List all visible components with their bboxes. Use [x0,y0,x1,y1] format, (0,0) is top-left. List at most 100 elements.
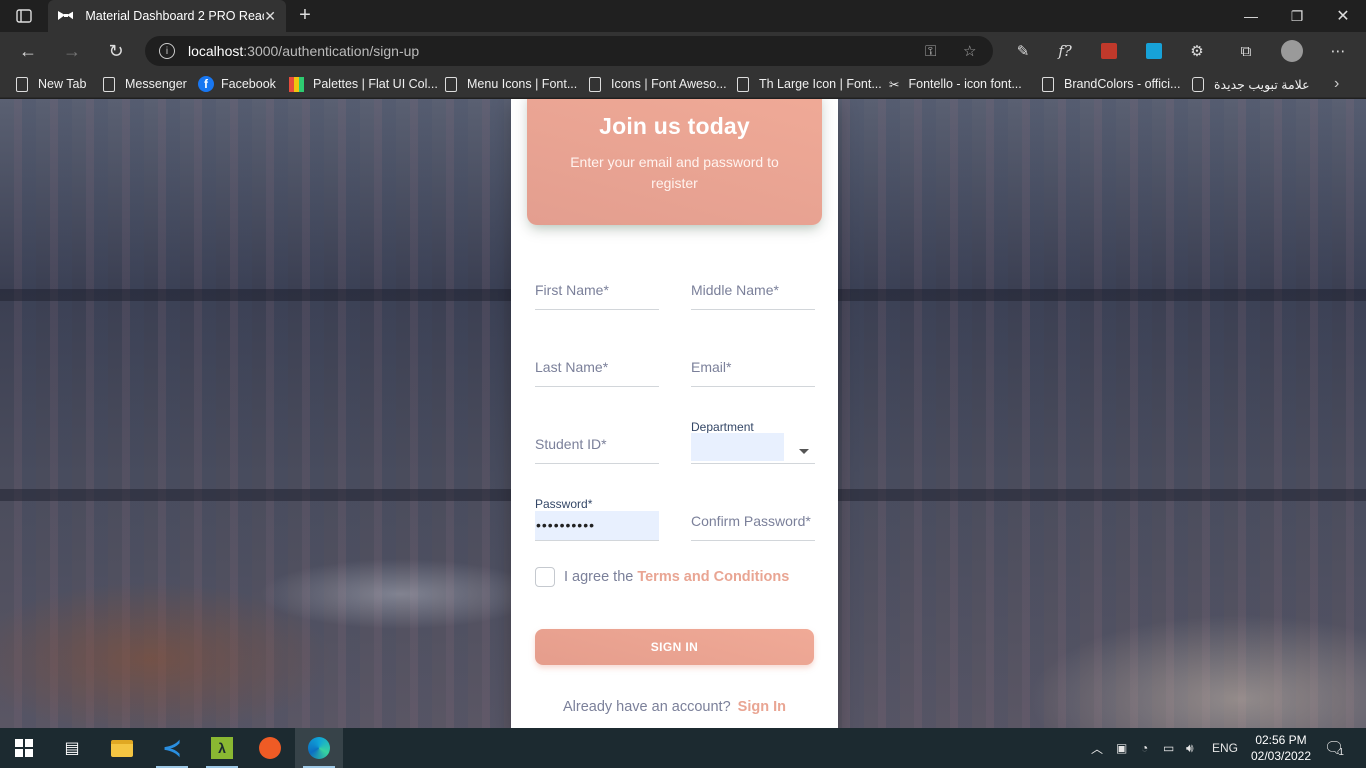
page-icon [103,76,115,92]
password-value: •••••••••• [535,511,659,540]
notification-icon[interactable]: 🗨︎ 1 [1324,728,1344,768]
confirm-password-label: Confirm Password* [691,513,811,529]
signup-card: Join us today Enter your email and passw… [511,99,838,728]
bookmark-item[interactable]: ✂ Fontello - icon font... [889,70,1022,98]
tab-title: Material Dashboard 2 PRO React [85,9,265,23]
bookmark-item[interactable]: Palettes | Flat UI Col... [289,70,438,98]
bookmark-item[interactable]: Icons | Font Aweso... [589,70,727,98]
bookmark-label: Th Large Icon | Font... [759,77,882,91]
page-background: Join us today Enter your email and passw… [0,99,1366,728]
bowtie-favicon-icon [58,11,74,20]
card-header: Join us today Enter your email and passw… [527,99,822,225]
page-icon [589,76,601,92]
password-label: Password* [535,497,593,511]
bookmark-item[interactable]: f Facebook [198,70,276,98]
page-icon [737,76,749,92]
agree-text: I agree the [564,569,634,585]
terms-link[interactable]: Terms and Conditions [637,569,789,585]
start-windows-icon[interactable] [0,728,48,768]
email-field[interactable]: Email* [691,357,815,387]
tab-actions-icon[interactable] [0,0,48,32]
terms-row: I agree the Terms and Conditions [535,567,789,587]
font-extension-icon[interactable]: f? [1050,38,1080,64]
show-hidden-icons-icon[interactable]: ︿ [1091,728,1103,768]
close-window-button[interactable]: ✕ [1320,0,1366,32]
first-name-field[interactable]: First Name* [535,280,659,310]
battery-icon[interactable]: ▭ [1163,728,1174,768]
last-name-field[interactable]: Last Name* [535,357,659,387]
bookmarks-overflow-icon[interactable]: › [1334,70,1339,98]
terms-checkbox[interactable] [535,567,555,587]
site-info-icon[interactable]: i [159,43,175,59]
bookmark-item[interactable]: Th Large Icon | Font... [737,70,882,98]
notification-count: 1 [1338,746,1344,758]
bookmark-label: Menu Icons | Font... [467,77,578,91]
palette-icon [289,76,304,92]
url-host: localhost [188,43,244,59]
bookmark-label: BrandColors - offici... [1064,77,1181,91]
page-icon [1042,76,1054,92]
red-extension-icon[interactable] [1094,38,1124,64]
minimize-button[interactable]: — [1228,0,1274,32]
facebook-icon: f [198,76,214,92]
password-field[interactable]: Password* •••••••••• [535,497,659,541]
bookmark-label: Facebook [221,77,276,91]
language-indicator[interactable]: ENG [1212,728,1238,768]
vscode-icon[interactable]: ≺ [148,728,196,768]
new-tab-page-icon [1192,76,1204,92]
edge-browser-icon[interactable] [295,728,343,768]
department-select[interactable]: Department [691,420,815,464]
key-icon[interactable]: ⚿ [925,36,936,66]
bookmark-item[interactable]: علامة تبويب جديدة [1192,70,1310,98]
page-icon [445,76,457,92]
sign-in-link[interactable]: Sign In [738,699,786,715]
confirm-password-field[interactable]: Confirm Password* [691,511,815,541]
collections-icon[interactable]: ⧉ [1231,38,1261,64]
postman-icon[interactable] [246,728,294,768]
active-tab[interactable]: Material Dashboard 2 PRO React ✕ [48,0,286,32]
back-icon[interactable]: ← [11,32,45,70]
tab-strip: Material Dashboard 2 PRO React ✕ + — ❐ ✕ [0,0,1366,32]
department-label: Department [691,420,754,434]
address-bar[interactable]: i localhost :3000/authentication/sign-up… [145,36,993,66]
pen-extension-icon[interactable]: ✎ [1008,38,1038,64]
student-id-label: Student ID* [535,436,607,452]
forward-icon[interactable]: → [55,32,89,70]
file-explorer-icon[interactable] [98,728,146,768]
bookmark-item[interactable]: Messenger [103,70,187,98]
extensions-puzzle-icon[interactable]: ⚙ [1182,38,1212,64]
caret-down-icon [799,449,809,454]
bookmark-label: Fontello - icon font... [908,77,1022,91]
clock-date: 02/03/2022 [1250,749,1312,763]
middle-name-field[interactable]: Middle Name* [691,280,815,310]
meet-now-icon[interactable]: ▣ [1116,728,1127,768]
network-icon[interactable]: ◔ [1141,728,1148,768]
bookmarks-bar: New Tab Messenger f Facebook Palettes | F… [0,70,1366,98]
app-lambda-icon[interactable]: λ [198,728,246,768]
more-menu-icon[interactable]: ⋯ [1323,38,1353,64]
clock[interactable]: 02:56 PM 02/03/2022 [1244,732,1318,764]
student-id-field[interactable]: Student ID* [535,434,659,464]
new-tab-button[interactable]: + [292,4,318,28]
refresh-icon[interactable]: ↻ [99,32,133,70]
profile-avatar-icon[interactable] [1277,38,1307,64]
task-view-icon[interactable]: ▤ [48,728,96,768]
bookmark-item[interactable]: New Tab [16,70,86,98]
submit-button[interactable]: SIGN IN [535,629,814,665]
account-row: Already have an account? Sign In [511,699,838,715]
department-value [691,433,784,461]
middle-name-label: Middle Name* [691,282,779,298]
blue-extension-icon[interactable] [1139,38,1169,64]
bookmark-label: Icons | Font Aweso... [611,77,727,91]
favorite-star-icon[interactable]: ☆ [963,36,976,66]
bookmark-item[interactable]: Menu Icons | Font... [445,70,577,98]
bookmark-item[interactable]: BrandColors - offici... [1042,70,1180,98]
tab-close-icon[interactable]: ✕ [264,8,276,25]
volume-icon[interactable]: 🔊︎ [1186,728,1194,768]
page-icon [16,76,28,92]
bookmark-label: علامة تبويب جديدة [1214,77,1310,92]
taskbar: ▤ ≺ λ ︿ ▣ ◔ ▭ 🔊︎ ENG 02:56 PM 02/03/2022… [0,728,1366,768]
restore-button[interactable]: ❐ [1274,0,1320,32]
browser-toolbar: ← → ↻ i localhost :3000/authentication/s… [0,32,1366,70]
page-subtitle: Enter your email and password to registe… [570,154,779,191]
